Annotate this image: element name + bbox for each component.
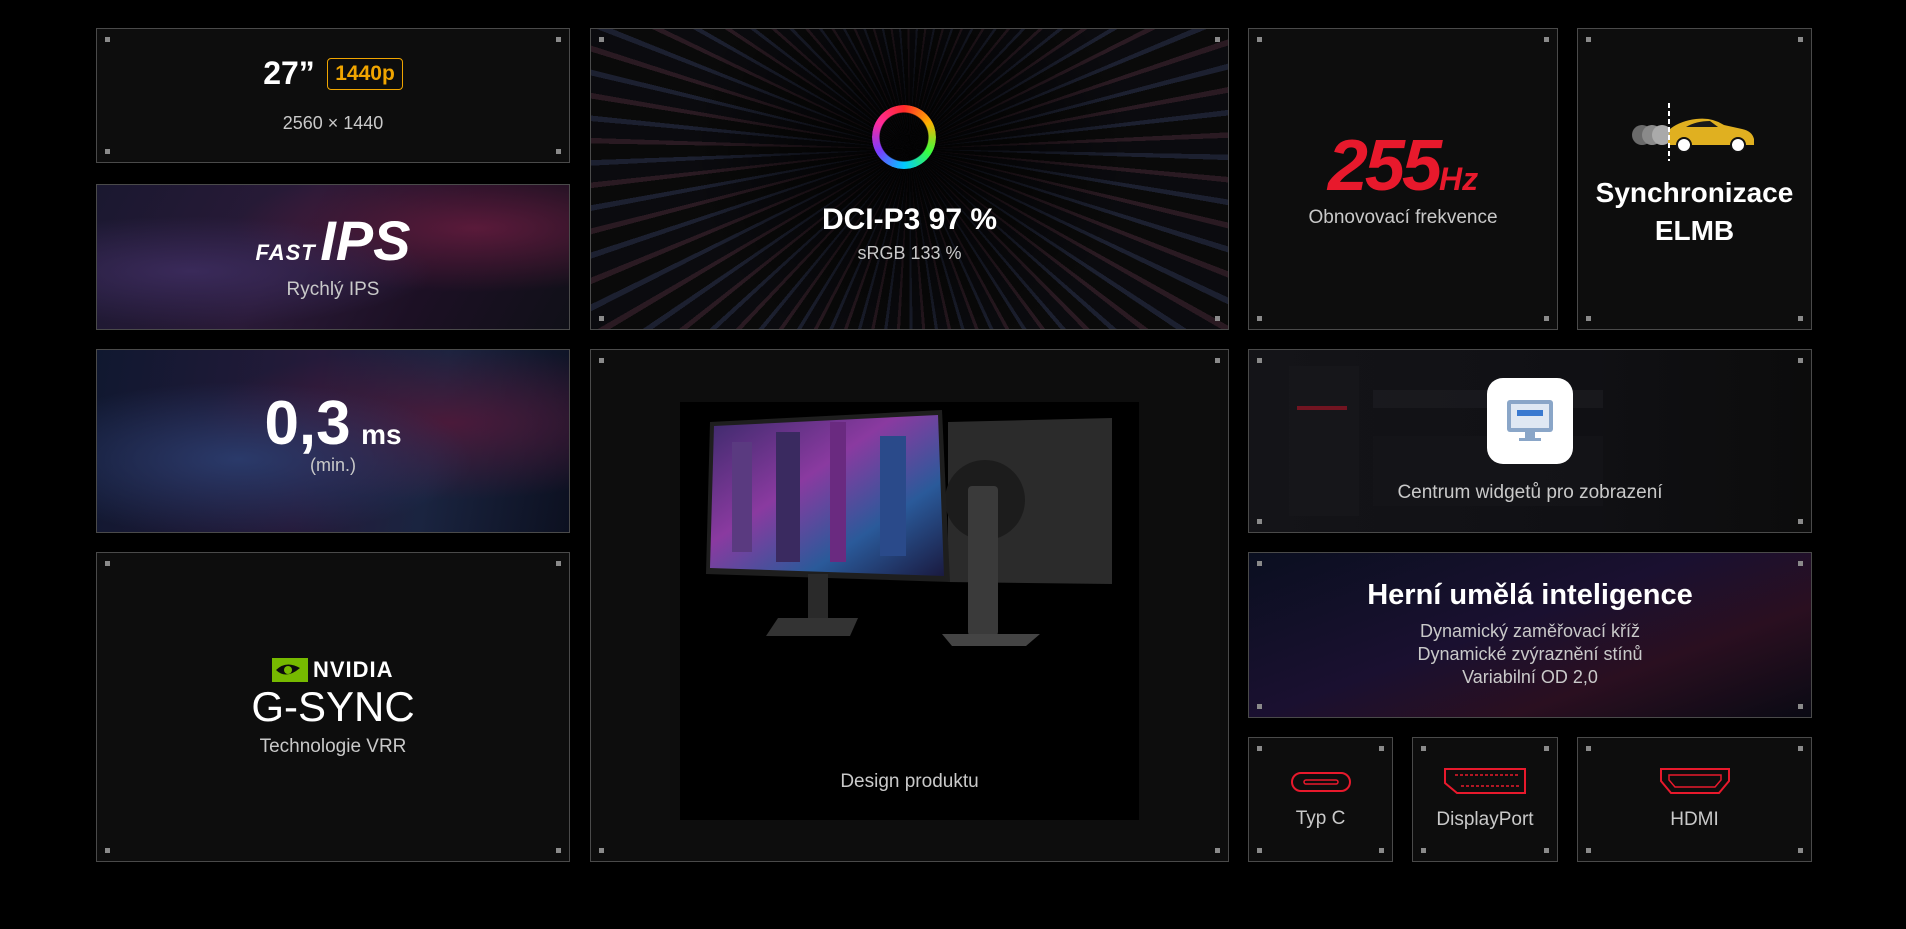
tile-port-usb-c: Typ C (1248, 737, 1393, 862)
tile-resolution: 27” 1440p 2560 × 1440 (96, 28, 570, 163)
elmb-line1: Synchronizace (1595, 177, 1794, 208)
dci-p3-title: DCI-P3 97 % (821, 203, 998, 236)
tile-port-hdmi: HDMI (1577, 737, 1812, 862)
fast-ips-logo: FAST IPS (97, 213, 569, 269)
tile-elmb: Synchronizace ELMB (1577, 28, 1812, 330)
resolution-pixels: 2560 × 1440 (282, 113, 384, 133)
gsync-title: G-SYNC (251, 683, 415, 730)
tile-display-widget: Centrum widgetů pro zobrazení (1248, 349, 1812, 533)
ai-item: Dynamický zaměřovací kříž (1419, 621, 1641, 641)
displayport-port-icon (1444, 768, 1526, 794)
car-motion-icon (1632, 103, 1754, 161)
colour-ring-icon (871, 105, 936, 169)
product-image (680, 402, 1139, 820)
response-value: 0,3 (264, 389, 351, 458)
widget-app-icon (1487, 378, 1573, 464)
tile-gsync: NVIDIA G-SYNC Technologie VRR (96, 552, 570, 862)
nvidia-eye-icon (272, 658, 309, 682)
resolution-badge: 1440p (327, 57, 403, 90)
port-label: HDMI (1670, 809, 1719, 830)
fast-ips-label: Rychlý IPS (286, 279, 380, 300)
tile-color-gamut: DCI-P3 97 % sRGB 133 % (590, 28, 1229, 330)
usb-c-port-icon (1290, 772, 1351, 792)
tile-refresh-rate: 255Hz Obnovovací frekvence (1248, 28, 1558, 330)
refresh-unit: Hz (1439, 161, 1479, 197)
tile-product-design: Design produktu (590, 349, 1229, 862)
srgb-subtitle: sRGB 133 % (857, 243, 962, 263)
port-label: DisplayPort (1436, 809, 1534, 830)
design-label: Design produktu (840, 771, 979, 792)
fast-ips-logo-ips: IPS (320, 209, 411, 272)
refresh-value: 255 (1327, 126, 1442, 206)
ai-item: Dynamické zvýraznění stínů (1417, 644, 1643, 664)
screen-size: 27” (263, 55, 315, 91)
tile-gaming-ai: Herní umělá inteligence Dynamický zaměřo… (1248, 552, 1812, 718)
widget-label: Centrum widgetů pro zobrazení (1397, 482, 1663, 503)
resolution-heading: 27” 1440p (97, 55, 569, 92)
elmb-line2: ELMB (1654, 215, 1735, 246)
tile-fast-ips: FAST IPS Rychlý IPS (96, 184, 570, 330)
tile-port-displayport: DisplayPort (1412, 737, 1558, 862)
gsync-label: Technologie VRR (259, 736, 407, 757)
response-unit: ms (361, 419, 402, 450)
ai-title: Herní umělá inteligence (1367, 579, 1693, 611)
nvidia-brand: NVIDIA (312, 657, 394, 682)
hdmi-port-icon (1659, 768, 1730, 794)
port-label: Typ C (1295, 808, 1346, 829)
tile-response-time: 0,3 ms (min.) (96, 349, 570, 533)
ai-item: Variabilní OD 2,0 (1462, 667, 1598, 687)
response-note: (min.) (310, 455, 356, 475)
nvidia-logo: NVIDIA (97, 657, 569, 683)
refresh-label: Obnovovací frekvence (1308, 207, 1498, 228)
fast-ips-logo-fast: FAST (255, 240, 316, 265)
response-value-group: 0,3 ms (97, 388, 569, 459)
refresh-value-group: 255Hz (1249, 125, 1557, 207)
